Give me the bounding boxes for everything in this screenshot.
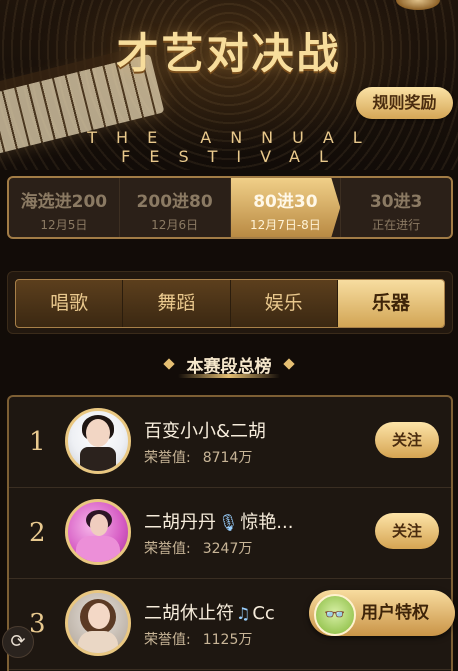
score-label: 荣誉值: <box>144 632 191 648</box>
stage-name: 200进80 <box>136 192 213 212</box>
stage-name: 80进30 <box>253 192 318 212</box>
score-label: 荣誉值: <box>144 541 191 557</box>
performer-name: 二胡丹丹 🎙 惊艳... <box>144 512 294 533</box>
user-privilege-button[interactable]: 👓 用户特权 <box>309 590 455 636</box>
rules-reward-button[interactable]: 规则奖励 <box>356 87 453 119</box>
rank-number: 1 <box>29 427 46 457</box>
avatar[interactable] <box>65 590 131 656</box>
stage-tab-3[interactable]: 80进30 12月7日-8日 <box>229 178 341 237</box>
avatar[interactable] <box>65 499 131 565</box>
stage-date: 12月5日 <box>40 218 88 232</box>
list-item[interactable]: 2 二胡丹丹 🎙 惊艳... 荣誉值: 3247万 关注 <box>9 488 451 579</box>
stage-name: 海选进200 <box>20 192 108 212</box>
refresh-icon[interactable]: ⟳ <box>2 626 34 658</box>
performer-name: 二胡休止符 ♫ Cc <box>144 603 275 624</box>
stage-date: 12月6日 <box>151 218 199 232</box>
stage-tab-2[interactable]: 200进80 12月6日 <box>118 178 230 237</box>
tab-entertainment[interactable]: 娱乐 <box>229 280 337 327</box>
tab-singing[interactable]: 唱歌 <box>16 280 122 327</box>
microphone-icon: 🎙 <box>218 513 239 532</box>
honor-score: 荣誉值: 8714万 <box>144 447 252 467</box>
list-item[interactable]: 1 百变小小&二胡 荣誉值: 8714万 关注 <box>9 397 451 488</box>
page-title: 才艺对决战 <box>116 29 342 78</box>
music-notes-icon: ♫ <box>236 604 251 623</box>
avatar[interactable] <box>65 408 131 474</box>
stage-name: 30进3 <box>369 192 423 212</box>
stage-tab-1[interactable]: 海选进200 12月5日 <box>9 178 119 237</box>
privilege-label: 用户特权 <box>361 603 429 623</box>
tab-dance[interactable]: 舞蹈 <box>122 280 229 327</box>
honor-score: 荣誉值: 3247万 <box>144 538 252 558</box>
ranking-section-title: 本赛段总榜 <box>0 352 458 378</box>
follow-button[interactable]: 关注 <box>375 513 439 549</box>
score-value: 8714万 <box>202 450 253 466</box>
stage-tab-4[interactable]: 30进3 正在进行 <box>340 178 451 237</box>
glasses-face-icon: 👓 <box>314 594 356 636</box>
category-tabs: 唱歌 舞蹈 娱乐 乐器 <box>7 271 453 334</box>
performer-name: 百变小小&二胡 <box>144 421 267 442</box>
festival-subtitle: THE ANNUAL FESTIVAL <box>87 128 381 166</box>
title-underline-decoration <box>178 374 280 378</box>
score-label: 荣誉值: <box>144 450 191 466</box>
follow-button[interactable]: 关注 <box>375 422 439 458</box>
stage-tabs: 海选进200 12月5日 200进80 12月6日 80进30 12月7日-8日… <box>7 176 453 239</box>
honor-score: 荣誉值: 1125万 <box>144 629 252 649</box>
rank-number: 2 <box>29 518 46 548</box>
score-value: 3247万 <box>202 541 253 557</box>
score-value: 1125万 <box>202 632 253 648</box>
stage-date: 12月7日-8日 <box>249 218 321 232</box>
stage-date: 正在进行 <box>372 218 421 232</box>
tab-instruments[interactable]: 乐器 <box>336 280 444 327</box>
